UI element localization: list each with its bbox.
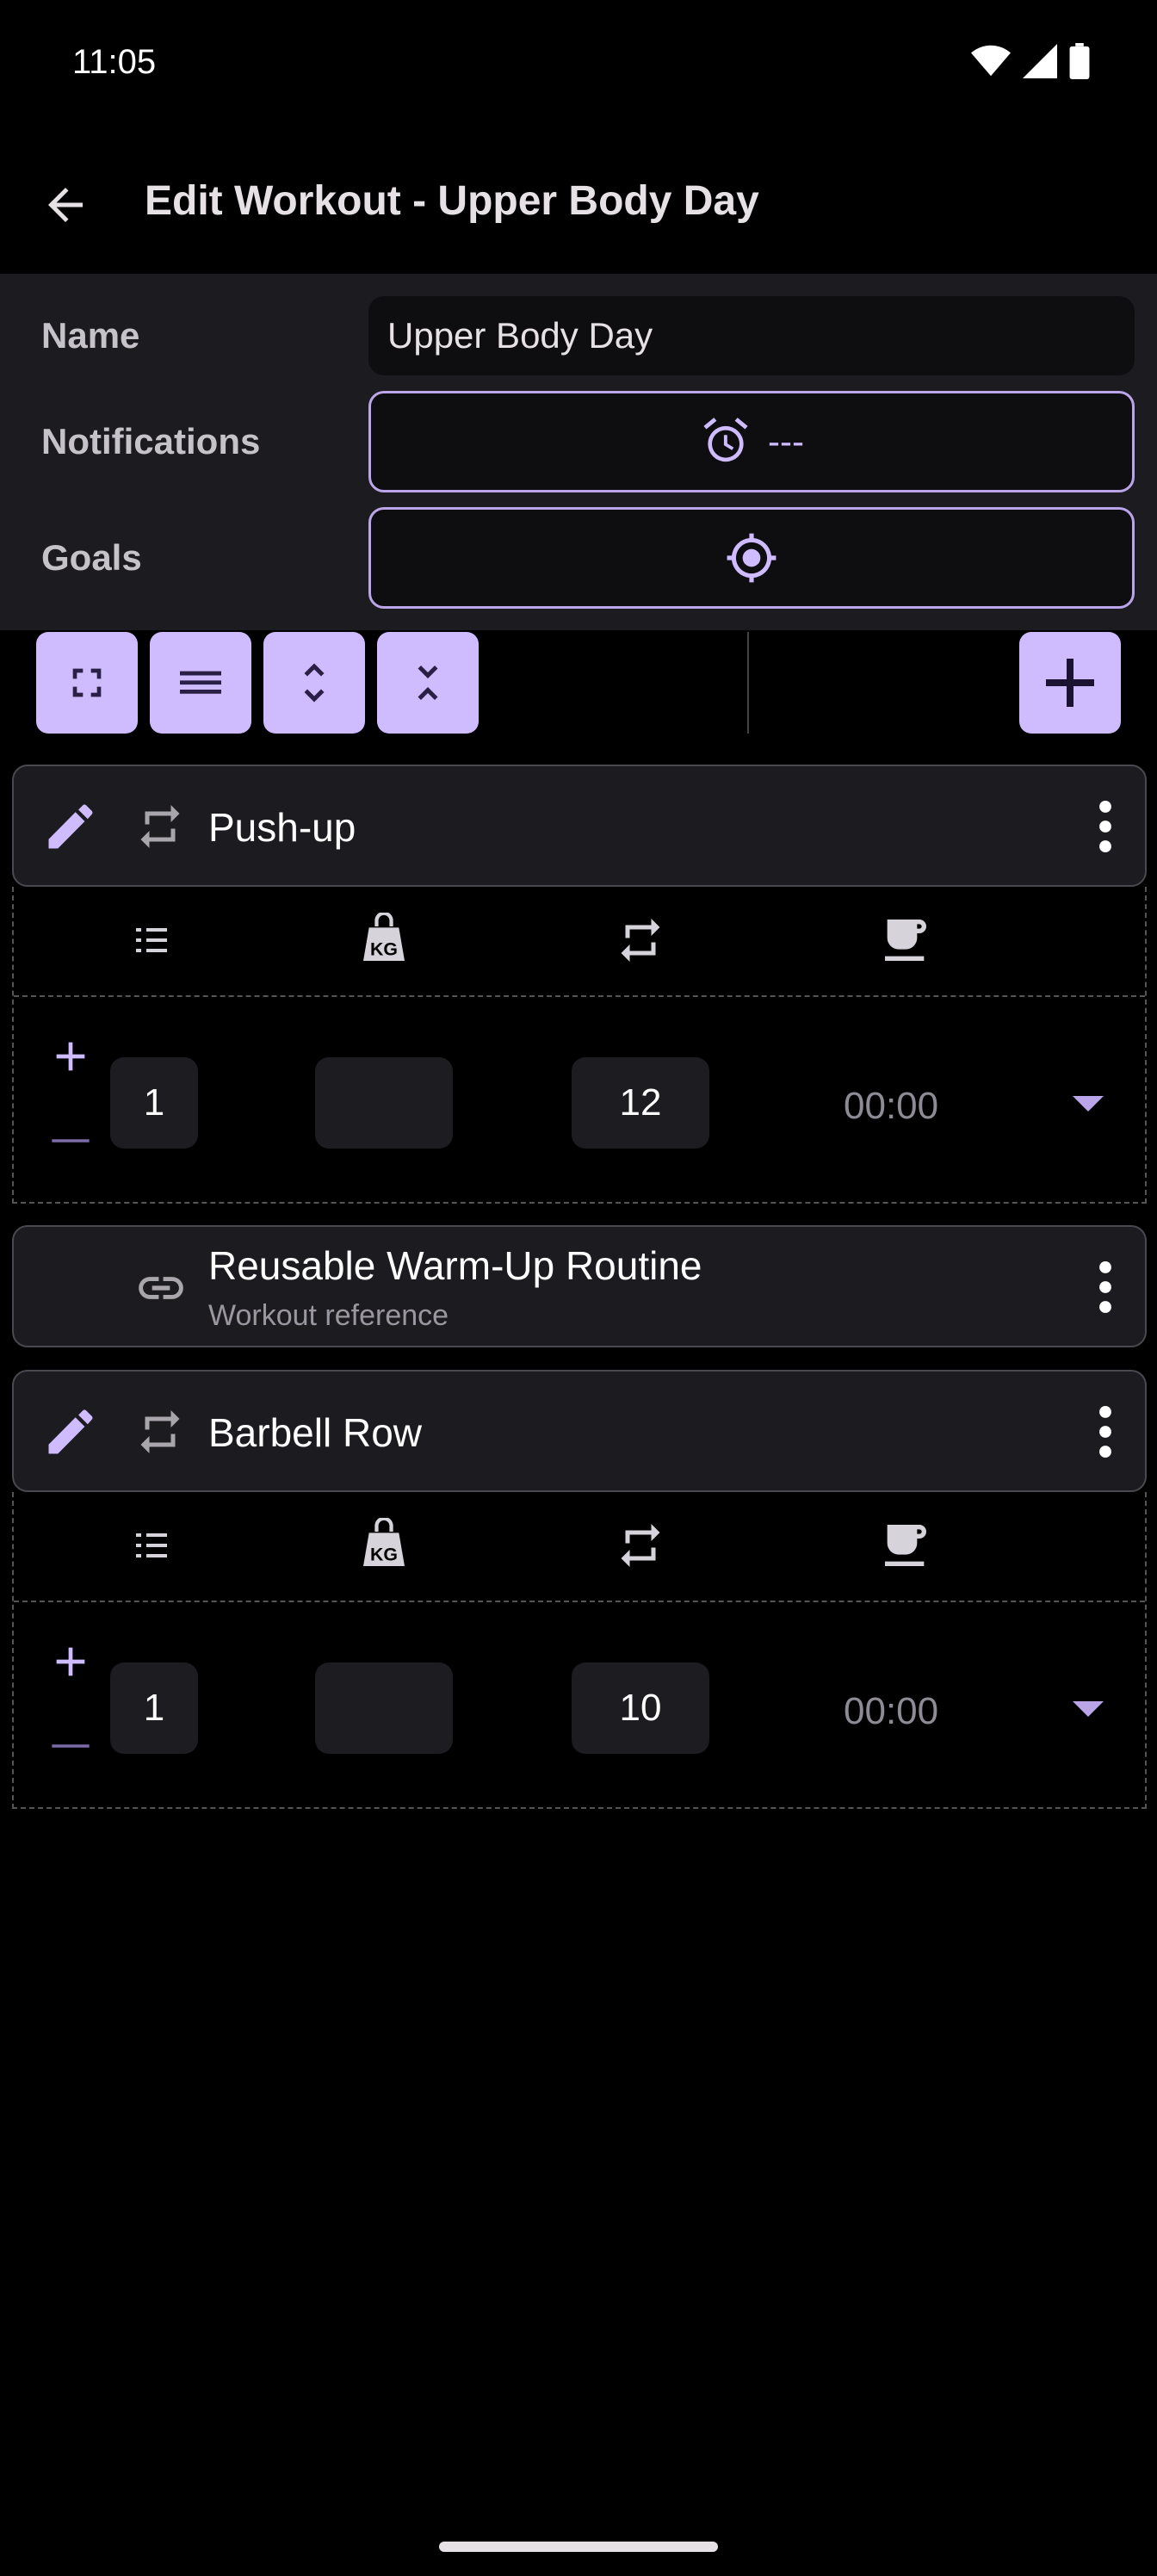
rest-column [878, 913, 933, 968]
rest-column [878, 1518, 933, 1573]
remove-set-button[interactable] [36, 1106, 105, 1175]
fullscreen-button[interactable] [36, 632, 138, 734]
edit-icon [48, 804, 93, 849]
set-weight-field[interactable] [315, 1663, 453, 1754]
set-reps-field[interactable]: 10 [572, 1663, 709, 1754]
unfold-more-icon [304, 663, 325, 703]
workout-reference-title: Reusable Warm-Up Routine [208, 1243, 702, 1288]
expand-all-button[interactable] [263, 632, 365, 734]
signal-icon [1023, 44, 1057, 78]
reps-column [613, 913, 668, 968]
minus-icon [52, 1139, 90, 1142]
reps-column [613, 1518, 668, 1573]
target-icon [727, 533, 776, 583]
home-indicator[interactable] [439, 2542, 718, 2552]
more-vert-icon [1099, 801, 1111, 852]
add-icon [1046, 659, 1094, 707]
workout-reference-subtitle: Workout reference [208, 1299, 449, 1332]
set-number-column [124, 913, 179, 968]
battery-icon [1069, 43, 1090, 79]
add-set-button[interactable] [36, 1022, 105, 1091]
set-column-headers: KG [14, 1492, 1145, 1602]
more-vert-icon [1099, 1261, 1111, 1313]
coffee-cup-icon [885, 1525, 926, 1566]
exercise-title: Barbell Row [208, 1410, 422, 1455]
notifications-label: Notifications [41, 421, 261, 461]
set-column-headers: KG [14, 887, 1145, 997]
exercise-title: Push-up [208, 805, 356, 850]
alarm-icon [703, 418, 748, 462]
weight-column: KG [356, 913, 411, 968]
set-rest-time[interactable]: 00:00 [844, 1690, 938, 1733]
repeat-icon [621, 919, 660, 962]
list-view-button[interactable] [150, 632, 251, 734]
arrow-back-icon [48, 188, 83, 222]
coffee-cup-icon [885, 920, 926, 961]
toolbar-divider [747, 632, 749, 734]
weight-column: KG [356, 1518, 411, 1573]
wifi-icon [971, 45, 1011, 77]
minus-icon [52, 1744, 90, 1748]
kettlebell-kg-icon: KG [363, 1518, 405, 1566]
edit-icon [48, 1409, 93, 1454]
set-expand-button[interactable] [1062, 1683, 1114, 1735]
exercise-menu-button[interactable] [1088, 792, 1123, 861]
notifications-button[interactable]: --- [368, 391, 1135, 492]
more-vert-icon [1099, 1406, 1111, 1458]
notifications-value: --- [768, 421, 804, 461]
name-input[interactable] [368, 296, 1135, 375]
status-time: 11:05 [72, 43, 157, 81]
exercise-menu-button[interactable] [1088, 1397, 1123, 1466]
set-weight-field[interactable] [315, 1057, 453, 1149]
set-number-field[interactable]: 1 [110, 1057, 198, 1149]
caret-down-icon [1073, 1096, 1104, 1112]
back-button[interactable] [29, 169, 102, 241]
add-set-button[interactable] [36, 1627, 105, 1696]
goals-button[interactable] [368, 507, 1135, 609]
set-number-field[interactable]: 1 [110, 1663, 198, 1754]
exercise-card[interactable]: Barbell Row [12, 1370, 1147, 1492]
exercise-card[interactable]: Push-up [12, 765, 1147, 887]
remove-set-button[interactable] [36, 1712, 105, 1780]
name-label: Name [41, 315, 140, 356]
plus-icon [56, 1042, 85, 1071]
unfold-less-icon [418, 666, 438, 700]
svg-text:KG: KG [370, 1544, 398, 1564]
collapse-all-button[interactable] [377, 632, 479, 734]
status-icons [971, 43, 1090, 79]
page-title: Edit Workout - Upper Body Day [145, 178, 759, 224]
plus-icon [56, 1647, 85, 1676]
set-expand-button[interactable] [1062, 1078, 1114, 1130]
workout-reference-menu-button[interactable] [1088, 1253, 1123, 1322]
repeat-icon [140, 805, 180, 848]
caret-down-icon [1073, 1701, 1104, 1717]
workout-reference-card[interactable]: Reusable Warm-Up Routine Workout referen… [12, 1225, 1147, 1347]
svg-text:KG: KG [370, 938, 398, 959]
set-rest-time[interactable]: 00:00 [844, 1085, 938, 1128]
numbered-list-icon [136, 928, 167, 952]
menu-lines-icon [180, 671, 221, 694]
repeat-icon [621, 1524, 660, 1567]
goals-label: Goals [41, 537, 142, 578]
set-reps-field[interactable]: 12 [572, 1057, 709, 1149]
set-list: KG 1 10 00:00 [12, 1492, 1147, 1809]
set-number-column [124, 1518, 179, 1573]
fullscreen-icon [72, 668, 102, 697]
link-icon [139, 1277, 183, 1299]
set-list: KG 1 12 00:00 [12, 887, 1147, 1204]
kettlebell-kg-icon: KG [363, 913, 405, 961]
repeat-icon [140, 1410, 180, 1453]
add-exercise-button[interactable] [1019, 632, 1121, 734]
numbered-list-icon [136, 1533, 167, 1557]
